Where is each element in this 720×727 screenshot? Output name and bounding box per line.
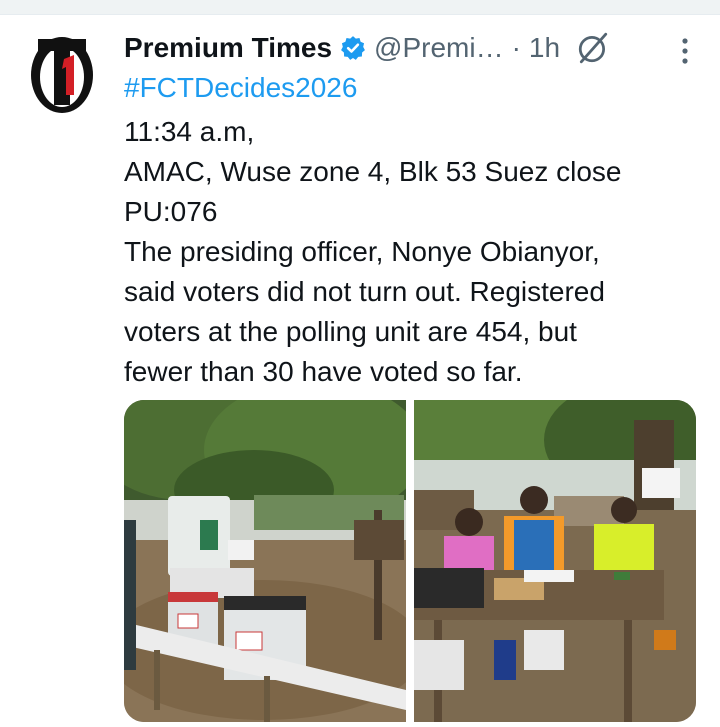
author-name[interactable]: Premium Times: [124, 32, 332, 64]
tweet-line: The presiding officer, Nonye Obianyor,: [124, 236, 600, 267]
tweet-line: voters at the polling unit are 454, but: [124, 316, 577, 347]
tweet-photo-ballot-boxes[interactable]: [124, 400, 406, 722]
separator-dot: ·: [511, 32, 521, 63]
tweet-header: Premium Times @Premi… · 1h: [124, 28, 700, 68]
tweet-line: PU:076: [124, 196, 218, 227]
author-handle[interactable]: @Premi…: [374, 32, 504, 64]
verified-badge-icon: [341, 36, 365, 60]
tweet-line: 11:34 a.m,: [124, 116, 255, 147]
tweet-line: fewer than 30 have voted so far.: [124, 356, 523, 387]
tweet-line: said voters did not turn out. Registered: [124, 276, 605, 307]
author-avatar[interactable]: [30, 33, 94, 113]
tweet-photo-polling-officials[interactable]: [414, 400, 696, 722]
premium-times-logo-icon: [31, 37, 93, 113]
tweet-text: 11:34 a.m, AMAC, Wuse zone 4, Blk 53 Sue…: [124, 112, 694, 392]
more-options-icon[interactable]: [680, 36, 690, 66]
tweet-timestamp[interactable]: 1h: [529, 32, 560, 64]
tweet-line: AMAC, Wuse zone 4, Blk 53 Suez close: [124, 156, 622, 187]
grok-icon[interactable]: [576, 31, 610, 65]
top-divider: [0, 0, 720, 15]
hashtag-link[interactable]: #FCTDecides2026: [124, 70, 357, 106]
